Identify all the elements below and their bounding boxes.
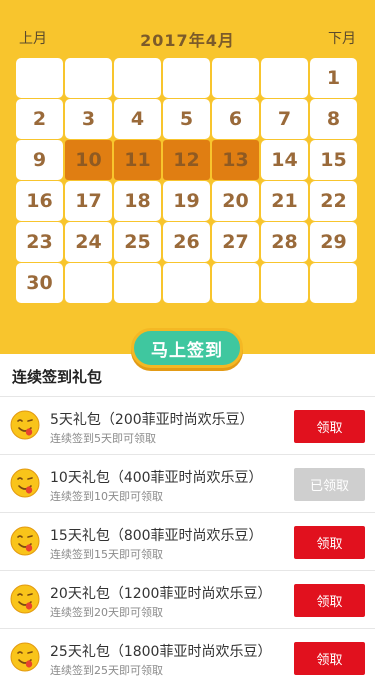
calendar-day-20[interactable]: 20 — [212, 181, 259, 221]
gift-title: 25天礼包（1800菲亚时尚欢乐豆） — [50, 644, 272, 660]
calendar-header: 上月 2017年4月 下月 1 2 3 4 5 6 7 8 9 10 11 12 13 14 15 16 17 1… — [0, 0, 375, 354]
calendar-day-8[interactable]: 8 — [310, 99, 357, 139]
calendar-day-5[interactable]: 5 — [163, 99, 210, 139]
calendar-day-7[interactable]: 7 — [261, 99, 308, 139]
gift-row: 15天礼包（800菲亚时尚欢乐豆） 连续签到15天即可领取 领取 — [0, 512, 375, 570]
calendar-day-19[interactable]: 19 — [163, 181, 210, 221]
gift-title: 5天礼包（200菲亚时尚欢乐豆） — [50, 412, 254, 428]
calendar-day-21[interactable]: 21 — [261, 181, 308, 221]
gift-subtitle: 连续签到20天即可领取 — [50, 606, 163, 619]
tongue-emoji-icon — [10, 584, 40, 614]
calendar-day-15[interactable]: 15 — [310, 140, 357, 180]
sign-in-button[interactable]: 马上签到 — [131, 328, 243, 368]
gift-title: 20天礼包（1200菲亚时尚欢乐豆） — [50, 586, 272, 602]
calendar-day-23[interactable]: 23 — [16, 222, 63, 262]
calendar-empty-cell — [163, 58, 210, 98]
calendar-empty-cell — [65, 58, 112, 98]
calendar-day-2[interactable]: 2 — [16, 99, 63, 139]
claim-button[interactable]: 领取 — [294, 526, 365, 559]
calendar-day-11[interactable]: 11 — [114, 140, 161, 180]
calendar-day-1[interactable]: 1 — [310, 58, 357, 98]
gift-section-title: 连续签到礼包 — [12, 368, 103, 386]
gift-title: 15天礼包（800菲亚时尚欢乐豆） — [50, 528, 263, 544]
calendar-day-6[interactable]: 6 — [212, 99, 259, 139]
tongue-emoji-icon — [10, 468, 40, 498]
calendar-day-27[interactable]: 27 — [212, 222, 259, 262]
calendar-empty-cell — [163, 263, 210, 303]
calendar-day-13[interactable]: 13 — [212, 140, 259, 180]
calendar-day-26[interactable]: 26 — [163, 222, 210, 262]
gift-subtitle: 连续签到10天即可领取 — [50, 490, 163, 503]
gift-subtitle: 连续签到5天即可领取 — [50, 432, 156, 445]
gift-row: 20天礼包（1200菲亚时尚欢乐豆） 连续签到20天即可领取 领取 — [0, 570, 375, 628]
calendar-day-10[interactable]: 10 — [65, 140, 112, 180]
gift-row: 10天礼包（400菲亚时尚欢乐豆） 连续签到10天即可领取 已领取 — [0, 454, 375, 512]
gift-row: 5天礼包（200菲亚时尚欢乐豆） 连续签到5天即可领取 领取 — [0, 396, 375, 454]
claim-button[interactable]: 领取 — [294, 642, 365, 675]
calendar-day-12[interactable]: 12 — [163, 140, 210, 180]
calendar-day-9[interactable]: 9 — [16, 140, 63, 180]
calendar-day-3[interactable]: 3 — [65, 99, 112, 139]
claimed-button[interactable]: 已领取 — [294, 468, 365, 501]
calendar-day-25[interactable]: 25 — [114, 222, 161, 262]
gift-title: 10天礼包（400菲亚时尚欢乐豆） — [50, 470, 263, 486]
calendar-empty-cell — [114, 58, 161, 98]
next-month-button[interactable]: 下月 — [328, 28, 356, 48]
tongue-emoji-icon — [10, 526, 40, 556]
calendar-day-30[interactable]: 30 — [16, 263, 63, 303]
calendar-empty-cell — [16, 58, 63, 98]
calendar-empty-cell — [212, 58, 259, 98]
calendar-day-4[interactable]: 4 — [114, 99, 161, 139]
calendar-day-24[interactable]: 24 — [65, 222, 112, 262]
calendar-day-16[interactable]: 16 — [16, 181, 63, 221]
calendar-day-14[interactable]: 14 — [261, 140, 308, 180]
claim-button[interactable]: 领取 — [294, 584, 365, 617]
gift-list: 5天礼包（200菲亚时尚欢乐豆） 连续签到5天即可领取 领取 10天礼包（400菲亚时… — [0, 396, 375, 686]
calendar-day-18[interactable]: 18 — [114, 181, 161, 221]
calendar-empty-cell — [65, 263, 112, 303]
calendar-empty-cell — [261, 58, 308, 98]
calendar-empty-cell — [114, 263, 161, 303]
calendar-grid: 1 2 3 4 5 6 7 8 9 10 11 12 13 14 15 16 17 18 19 20 21 22 23 24 2… — [16, 58, 359, 303]
calendar-empty-cell — [212, 263, 259, 303]
calendar-day-17[interactable]: 17 — [65, 181, 112, 221]
gift-row: 25天礼包（1800菲亚时尚欢乐豆） 连续签到25天即可领取 领取 — [0, 628, 375, 686]
calendar-empty-cell — [261, 263, 308, 303]
calendar-day-28[interactable]: 28 — [261, 222, 308, 262]
month-title: 2017年4月 — [140, 31, 235, 50]
calendar-day-22[interactable]: 22 — [310, 181, 357, 221]
tongue-emoji-icon — [10, 410, 40, 440]
gift-subtitle: 连续签到25天即可领取 — [50, 664, 163, 677]
calendar-day-29[interactable]: 29 — [310, 222, 357, 262]
claim-button[interactable]: 领取 — [294, 410, 365, 443]
gift-subtitle: 连续签到15天即可领取 — [50, 548, 163, 561]
calendar-empty-cell — [310, 263, 357, 303]
